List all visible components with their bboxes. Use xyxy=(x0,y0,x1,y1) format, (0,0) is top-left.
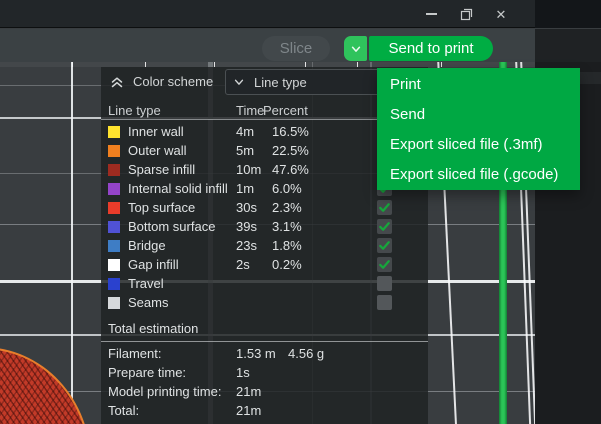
line-type-visibility-checkbox[interactable] xyxy=(377,257,392,272)
check-icon xyxy=(378,239,391,252)
line-type-visibility-checkbox[interactable] xyxy=(377,200,392,215)
line-type-color-swatch xyxy=(108,278,120,290)
line-type-time: 23s xyxy=(236,236,257,255)
menu-item-export-sliced-file-gcode[interactable]: Export sliced file (.gcode) xyxy=(377,160,580,190)
side-area-band xyxy=(578,72,601,84)
menu-item-export-sliced-file-3mf[interactable]: Export sliced file (.3mf) xyxy=(377,130,580,160)
line-type-label: Gap infill xyxy=(128,255,179,274)
line-type-label: Top surface xyxy=(128,198,195,217)
line-type-color-swatch xyxy=(108,240,120,252)
chevron-down-icon xyxy=(233,76,245,88)
divider xyxy=(101,341,428,342)
line-type-time: 10m xyxy=(236,160,261,179)
line-type-percent: 22.5% xyxy=(272,141,309,160)
table-row: Travel xyxy=(101,274,428,293)
line-type-visibility-checkbox[interactable] xyxy=(377,238,392,253)
line-type-percent: 2.3% xyxy=(272,198,302,217)
send-options-dropdown-button[interactable] xyxy=(344,36,367,61)
total-row-value: 21m xyxy=(236,401,261,420)
line-type-time: 1m xyxy=(236,179,254,198)
line-type-percent: 16.5% xyxy=(272,122,309,141)
total-row-label: Model printing time: xyxy=(108,382,221,401)
line-type-color-swatch xyxy=(108,221,120,233)
line-type-label: Inner wall xyxy=(128,122,184,141)
total-row: Total: 21m xyxy=(101,401,428,420)
line-type-color-swatch xyxy=(108,126,120,138)
line-type-time: 5m xyxy=(236,141,254,160)
slice-button[interactable]: Slice xyxy=(262,36,330,61)
send-to-print-menu: PrintSendExport sliced file (.3mf)Export… xyxy=(377,68,580,190)
total-row-label: Prepare time: xyxy=(108,363,186,382)
total-row: Prepare time: 1s xyxy=(101,363,428,382)
menu-item-print[interactable]: Print xyxy=(377,70,580,100)
minimize-icon[interactable] xyxy=(420,3,442,25)
line-type-visibility-checkbox[interactable] xyxy=(377,219,392,234)
total-row-label: Total: xyxy=(108,401,139,420)
line-type-label: Bottom surface xyxy=(128,217,215,236)
line-type-label: Bridge xyxy=(128,236,166,255)
totals-table: Filament:1.53 m4.56 gPrepare time:1sMode… xyxy=(101,344,428,420)
total-row-value: 21m xyxy=(236,382,261,401)
toolbar: Slice Send to print xyxy=(0,29,535,62)
send-to-print-button[interactable]: Send to print xyxy=(369,36,493,61)
toolbar-corner xyxy=(535,29,601,62)
total-row: Filament: 1.53 m 4.56 g xyxy=(101,344,428,363)
line-type-label: Sparse infill xyxy=(128,160,195,179)
app-window: ✕ Slice Send to print Color scheme xyxy=(0,0,601,424)
column-header-line-type: Line type xyxy=(108,101,161,120)
line-type-time: 39s xyxy=(236,217,257,236)
table-row: Bottom surface 39s 3.1% xyxy=(101,217,428,236)
restore-window-icon[interactable] xyxy=(455,3,477,25)
close-icon[interactable]: ✕ xyxy=(490,3,512,25)
menu-item-send[interactable]: Send xyxy=(377,100,580,130)
line-type-label: Travel xyxy=(128,274,164,293)
line-type-time: 2s xyxy=(236,255,250,274)
collapse-panel-icon[interactable] xyxy=(110,75,124,92)
panel-title: Color scheme xyxy=(133,67,213,97)
column-header-time: Time xyxy=(236,101,264,120)
line-type-percent: 6.0% xyxy=(272,179,302,198)
line-type-color-swatch xyxy=(108,164,120,176)
total-row: Model printing time: 21m xyxy=(101,382,428,401)
window-controls: ✕ xyxy=(420,3,512,25)
line-type-time: 4m xyxy=(236,122,254,141)
line-type-percent: 47.6% xyxy=(272,160,309,179)
line-type-color-swatch xyxy=(108,259,120,271)
sliced-model-preview[interactable] xyxy=(0,347,91,424)
chevron-down-icon xyxy=(350,43,362,55)
line-type-visibility-checkbox[interactable] xyxy=(377,295,392,310)
check-icon xyxy=(378,201,391,214)
titlebar-corner xyxy=(535,0,601,28)
table-row: Seams xyxy=(101,293,428,312)
grid-line-vertical xyxy=(71,57,73,424)
line-type-time: 30s xyxy=(236,198,257,217)
column-header-percent: Percent xyxy=(263,101,308,120)
line-type-color-swatch xyxy=(108,297,120,309)
table-row: Gap infill 2s 0.2% xyxy=(101,255,428,274)
table-row: Top surface 30s 2.3% xyxy=(101,198,428,217)
line-type-percent: 1.8% xyxy=(272,236,302,255)
view-mode-value: Line type xyxy=(254,75,307,90)
total-row-label: Filament: xyxy=(108,344,161,363)
line-type-percent: 3.1% xyxy=(272,217,302,236)
total-row-value: 1s xyxy=(236,363,250,382)
line-type-color-swatch xyxy=(108,202,120,214)
titlebar: ✕ xyxy=(0,0,535,28)
line-type-label: Outer wall xyxy=(128,141,187,160)
line-type-visibility-checkbox[interactable] xyxy=(377,276,392,291)
line-type-color-swatch xyxy=(108,145,120,157)
line-type-percent: 0.2% xyxy=(272,255,302,274)
line-type-label: Seams xyxy=(128,293,168,312)
table-row: Bridge 23s 1.8% xyxy=(101,236,428,255)
total-row-value: 1.53 m xyxy=(236,344,276,363)
check-icon xyxy=(378,258,391,271)
line-type-color-swatch xyxy=(108,183,120,195)
check-icon xyxy=(378,220,391,233)
total-row-value2: 4.56 g xyxy=(288,344,324,363)
line-type-label: Internal solid infill xyxy=(128,179,228,198)
total-estimation-title: Total estimation xyxy=(108,319,198,338)
